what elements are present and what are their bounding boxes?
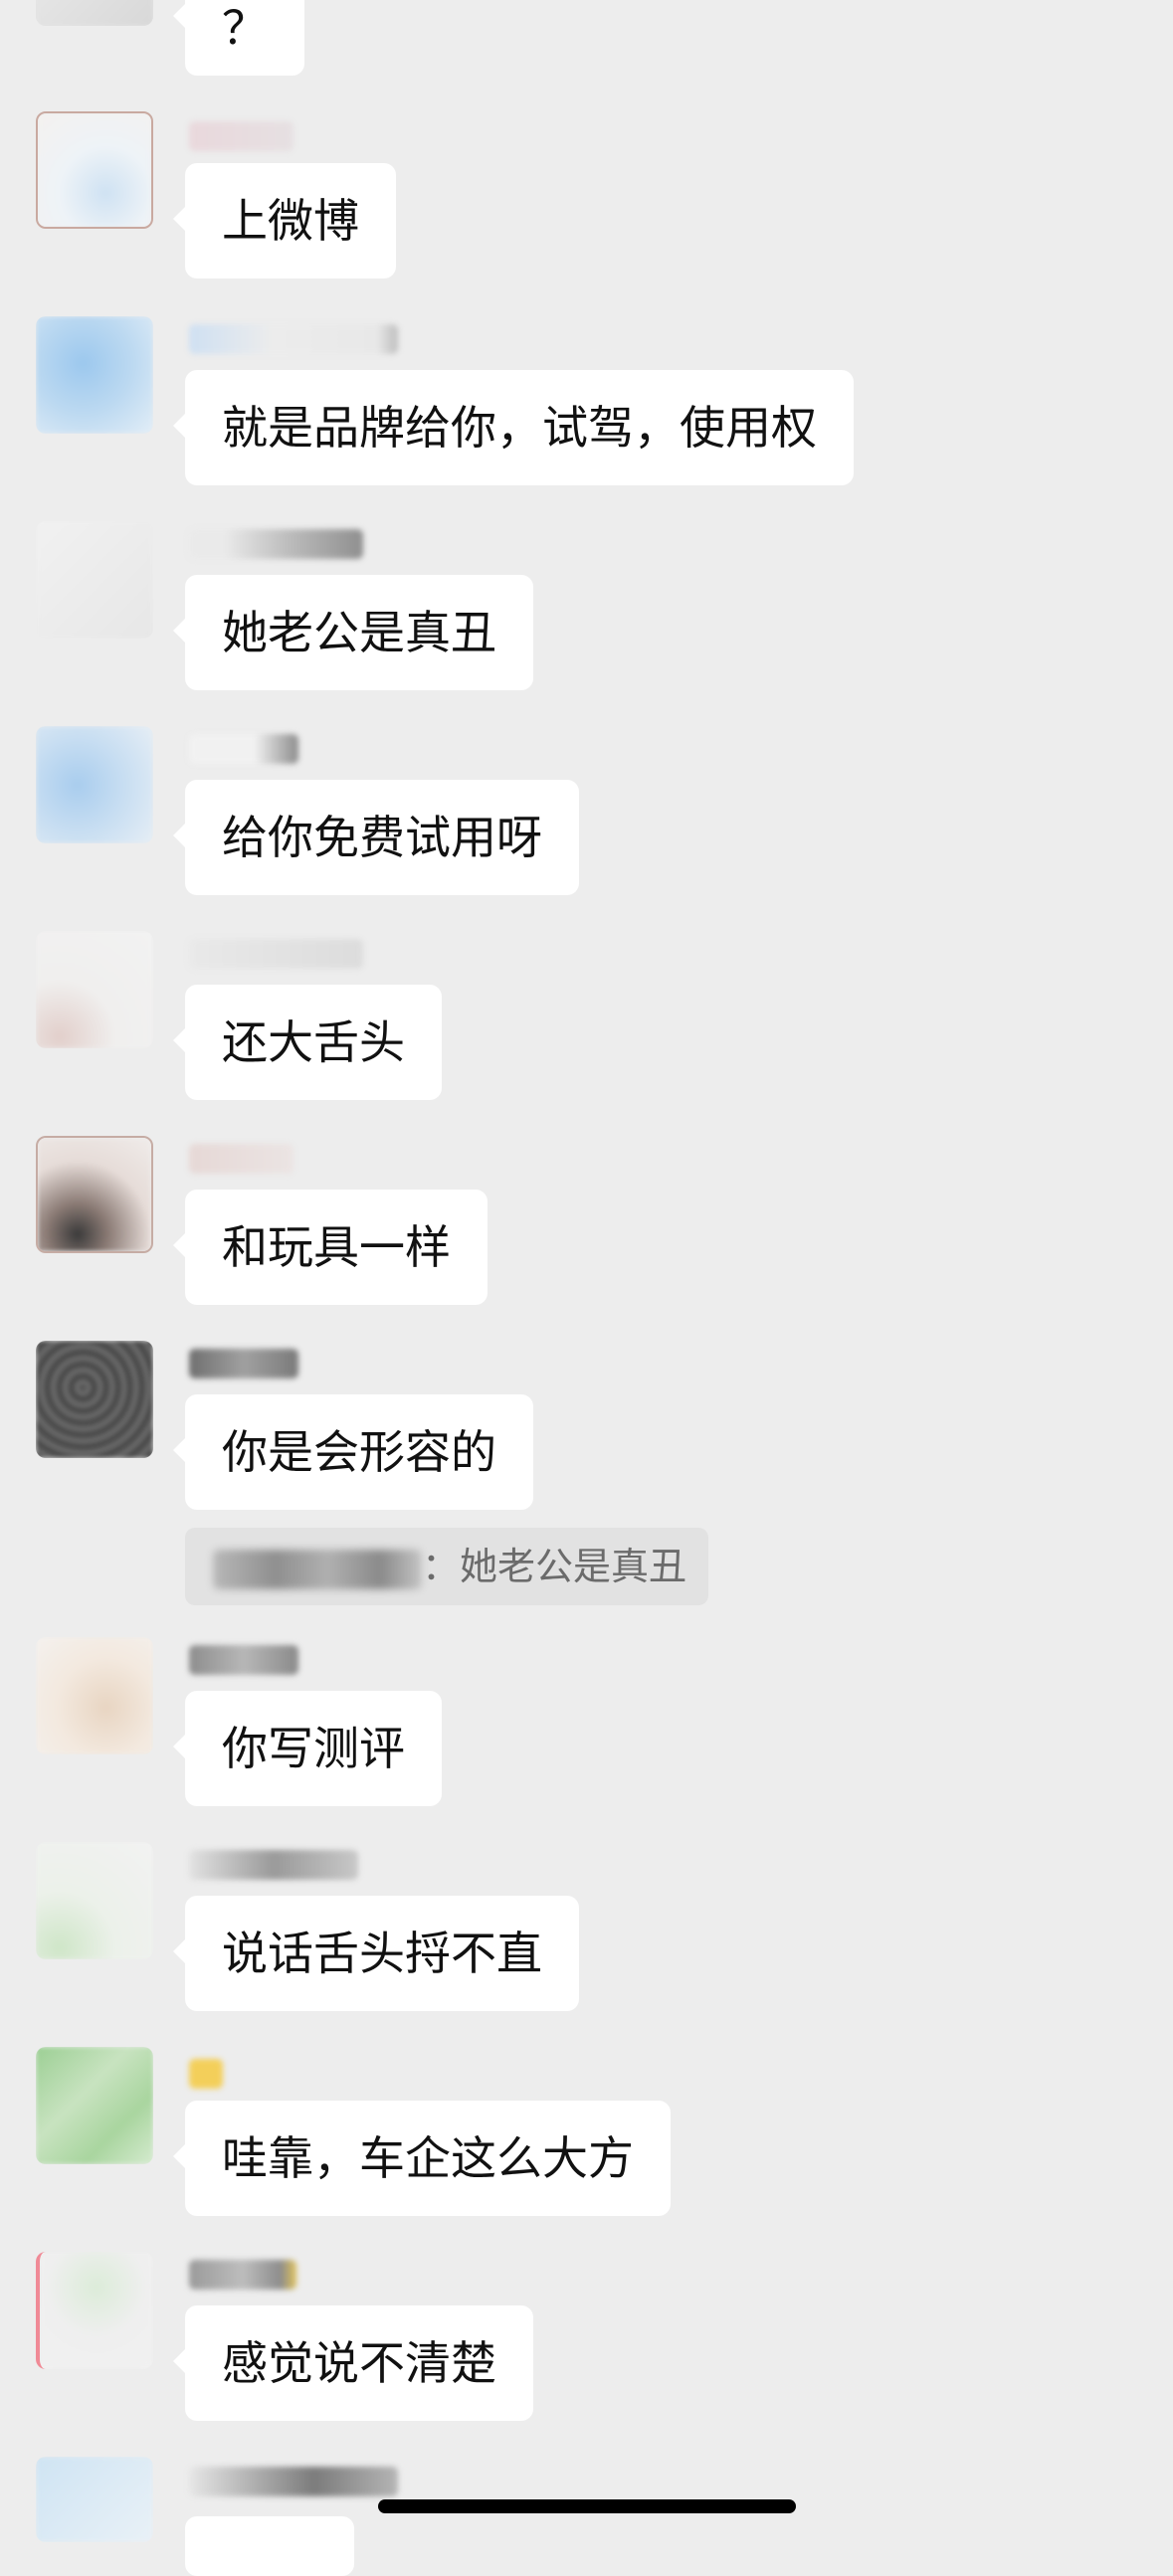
avatar[interactable] <box>36 1842 153 1959</box>
avatar[interactable] <box>36 1341 153 1458</box>
message-text: 还大舌头 <box>222 1015 405 1069</box>
sender-name <box>189 1144 293 1174</box>
message-text: 上微博 <box>222 194 359 248</box>
message-text: 感觉说不清楚 <box>222 2336 496 2390</box>
sender-name <box>189 2059 223 2089</box>
avatar[interactable] <box>36 2252 153 2369</box>
message-text: 你是会形容的 <box>222 1425 496 1479</box>
avatar[interactable] <box>36 1637 153 1754</box>
sender-name <box>189 2467 398 2496</box>
message-bubble[interactable]: 你写测评 <box>173 1691 442 1806</box>
avatar[interactable] <box>36 521 153 639</box>
message-text: 和玩具一样 <box>222 1220 451 1274</box>
message-bubble-partial[interactable] <box>185 2516 354 2576</box>
home-indicator[interactable] <box>378 2499 796 2513</box>
avatar[interactable] <box>36 0 153 26</box>
sender-name <box>189 529 363 559</box>
message-bubble[interactable]: 就是品牌给你，试驾，使用权 <box>173 370 854 485</box>
message-bubble[interactable]: 感觉说不清楚 <box>173 2305 533 2421</box>
message-bubble[interactable]: 上微博 <box>173 163 396 278</box>
sender-name <box>189 1349 298 1379</box>
message-bubble[interactable]: 她老公是真丑 <box>173 575 533 690</box>
message-text: 说话舌头捋不直 <box>222 1927 542 1980</box>
avatar[interactable] <box>36 726 153 843</box>
message-bubble[interactable]: 还大舌头 <box>173 985 442 1100</box>
message-bubble[interactable]: 和玩具一样 <box>173 1190 488 1305</box>
avatar[interactable] <box>36 111 153 229</box>
sender-name <box>189 734 298 764</box>
sender-name <box>189 324 398 354</box>
message-text: 她老公是真丑 <box>222 606 496 659</box>
message-text: 给你免费试用呀 <box>222 811 542 864</box>
avatar[interactable] <box>36 316 153 434</box>
avatar[interactable] <box>36 2047 153 2164</box>
quoted-message[interactable]: ：她老公是真丑 <box>185 1528 709 1605</box>
quoted-text: 她老公是真丑 <box>460 1545 687 1588</box>
message-text: 哇靠，车企这么大方 <box>222 2131 634 2185</box>
avatar[interactable] <box>36 1136 153 1253</box>
message-bubble[interactable]: 给你免费试用呀 <box>173 780 579 895</box>
sender-name <box>189 121 293 151</box>
quoted-sender-name <box>213 1549 422 1589</box>
sender-name <box>189 1850 358 1880</box>
message-bubble[interactable]: ？ <box>173 0 304 76</box>
avatar[interactable] <box>36 931 153 1048</box>
message-bubble[interactable]: 哇靠，车企这么大方 <box>173 2101 671 2216</box>
sender-name <box>189 1645 298 1675</box>
message-text: ？ <box>222 1 268 55</box>
avatar[interactable] <box>36 2457 153 2542</box>
message-bubble[interactable]: 说话舌头捋不直 <box>173 1896 579 2011</box>
sender-name <box>189 939 363 969</box>
sender-name <box>189 2260 296 2290</box>
message-bubble[interactable]: 你是会形容的 <box>173 1394 533 1510</box>
message-text: 就是品牌给你，试驾，使用权 <box>222 401 817 455</box>
chat-message-list[interactable]: ？ 上微博 就是品牌给你，试驾，使用权 她老公是真丑 给你免费试用呀 还大舌头 … <box>0 0 1173 2576</box>
message-text: 你写测评 <box>222 1722 405 1775</box>
quote-separator: ： <box>422 1545 461 1588</box>
